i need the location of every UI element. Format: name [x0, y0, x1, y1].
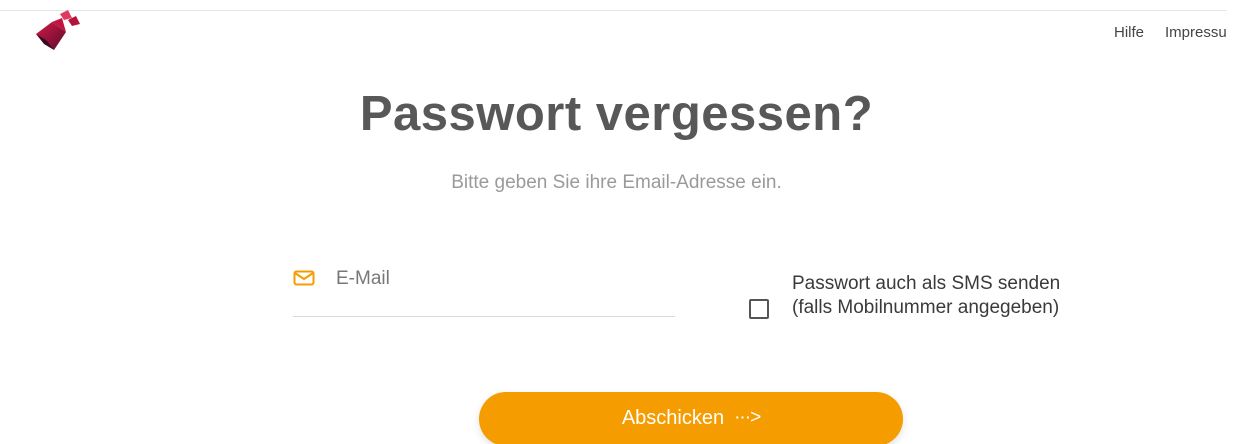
email-field	[293, 262, 675, 317]
submit-button[interactable]: Abschicken ···>	[479, 392, 903, 444]
page-subtitle: Bitte geben Sie ihre Email-Adresse ein.	[451, 172, 782, 193]
sms-checkbox[interactable]	[749, 299, 769, 319]
logo-icon	[36, 10, 80, 50]
header-divider	[0, 10, 1227, 11]
mail-icon	[293, 270, 315, 286]
arrow-right-icon: ···>	[734, 407, 761, 428]
nav-link-hilfe[interactable]: Hilfe	[1114, 24, 1144, 41]
sms-checkbox-label[interactable]: Passwort auch als SMS senden (falls Mobi…	[792, 272, 1092, 320]
submit-button-label: Abschicken	[621, 407, 725, 429]
email-input[interactable]	[336, 264, 666, 294]
top-nav: Hilfe Impressum	[1114, 22, 1227, 44]
page-title: Passwort vergessen?	[359, 87, 874, 141]
nav-link-impressum[interactable]: Impressum	[1165, 24, 1227, 41]
logo[interactable]	[34, 10, 82, 54]
